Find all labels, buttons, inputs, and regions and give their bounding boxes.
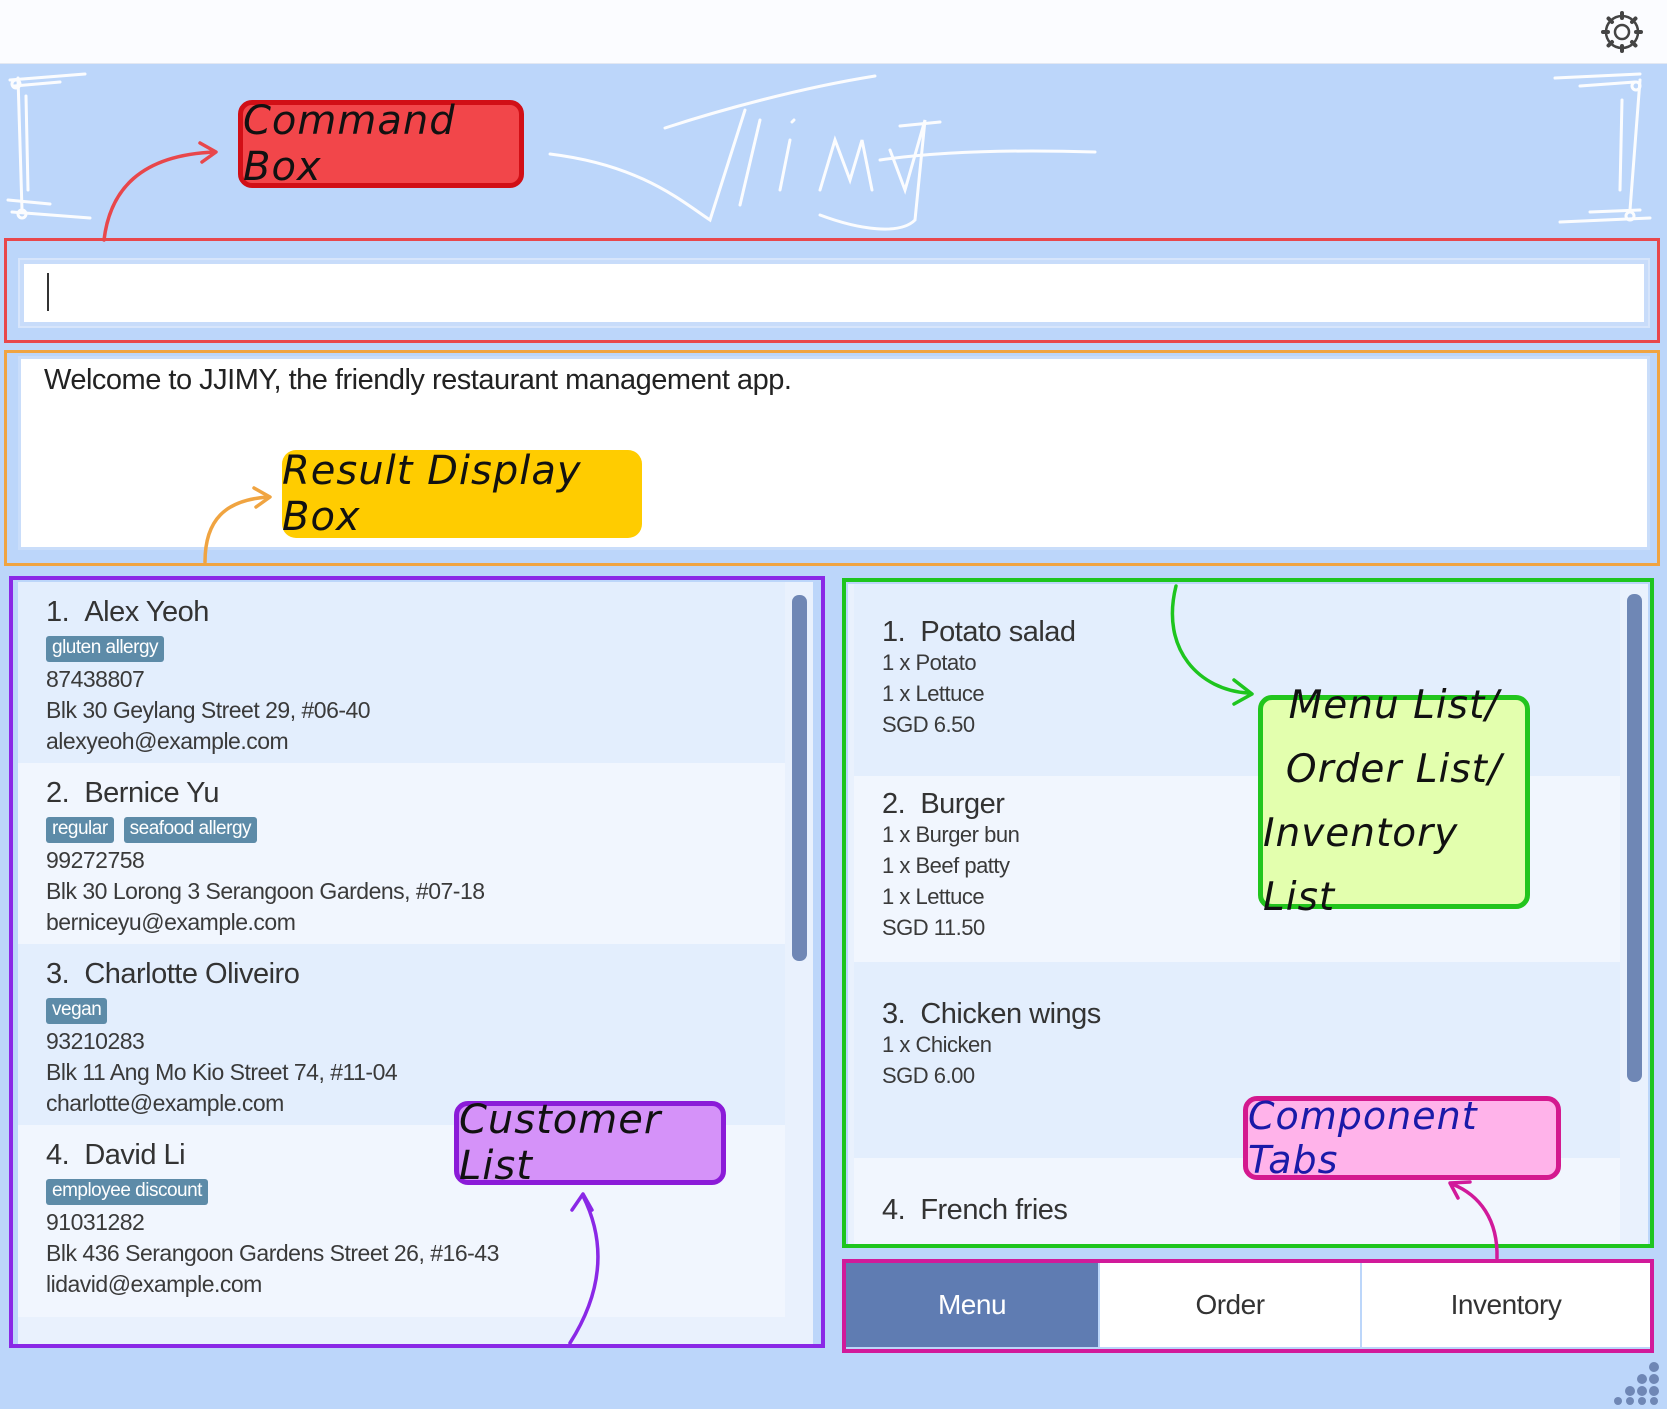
- annotation-menu-line: Inventory List: [1263, 811, 1459, 920]
- annotation-command-box: Command Box: [238, 98, 524, 190]
- annotation-result-display: Result Display Box: [282, 448, 642, 540]
- annotation-component-tabs: Component Tabs: [1243, 1094, 1561, 1182]
- annotation-menu-line: Menu List/: [1288, 683, 1500, 728]
- annotation-customer-list: Customer List: [454, 1097, 726, 1189]
- annotation-menu-list: Menu List/ Order List/ Inventory List: [1258, 683, 1530, 920]
- annotation-menu-line: Order List/: [1285, 747, 1503, 792]
